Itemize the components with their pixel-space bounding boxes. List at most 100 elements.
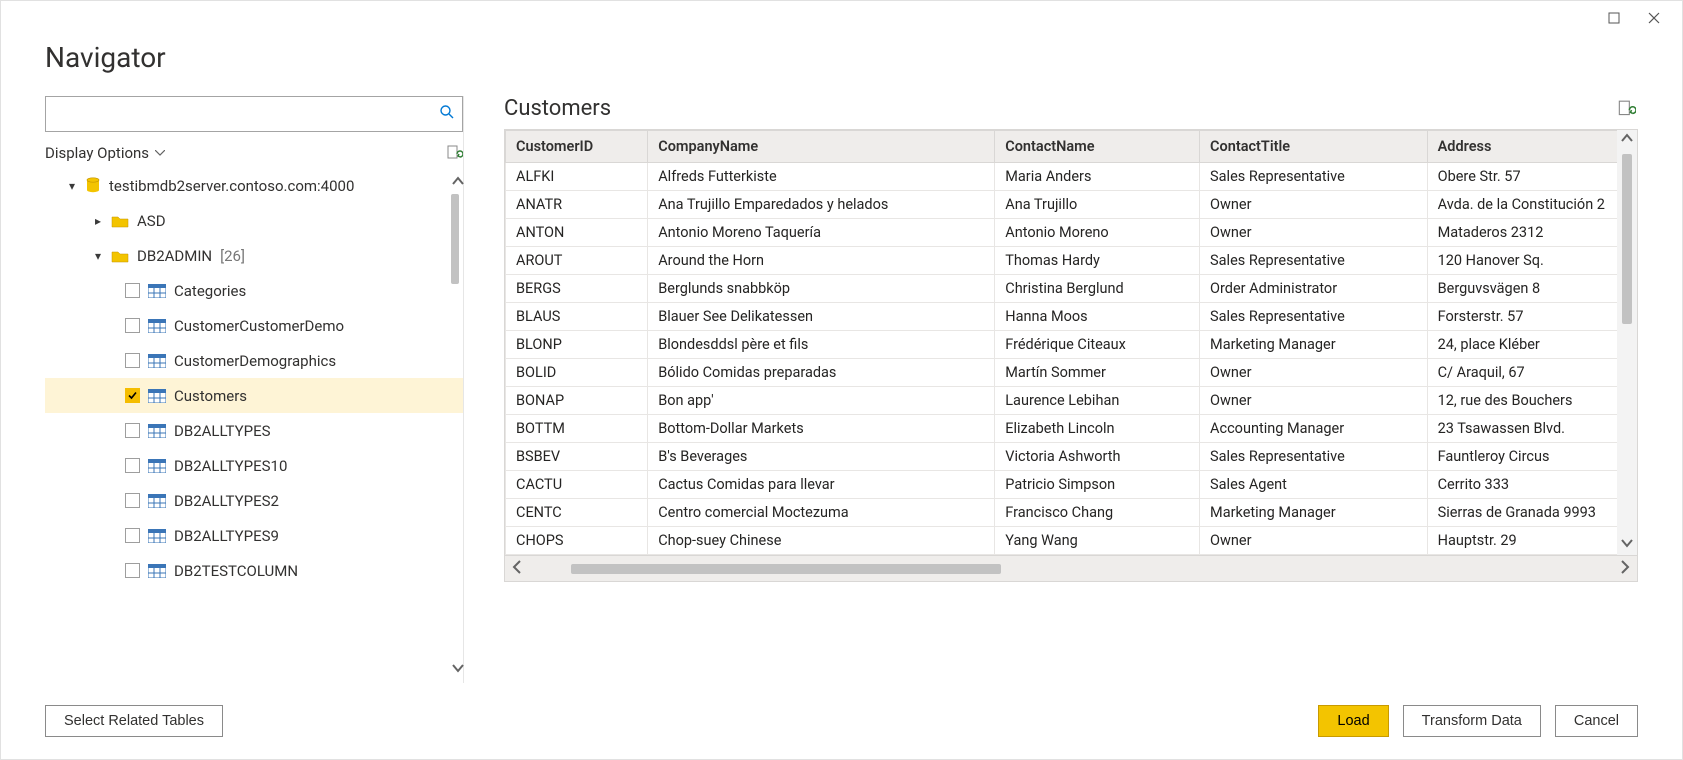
table-cell: AROUT <box>506 247 648 275</box>
checkbox-unchecked[interactable] <box>125 493 140 508</box>
table-cell: Fauntleroy Circus <box>1427 443 1636 471</box>
load-button[interactable]: Load <box>1318 705 1388 737</box>
table-cell: Blondesddsl père et fils <box>648 331 995 359</box>
checkbox-checked[interactable] <box>125 388 140 403</box>
table-cell: CENTC <box>506 499 648 527</box>
column-header[interactable]: CompanyName <box>648 131 995 163</box>
table-cell: Hanna Moos <box>995 303 1200 331</box>
table-cell: Around the Horn <box>648 247 995 275</box>
table-icon <box>148 389 166 403</box>
table-cell: Sierras de Granada 9993 <box>1427 499 1636 527</box>
caret-down-icon: ▾ <box>93 249 103 263</box>
table-cell: Sales Agent <box>1200 471 1428 499</box>
scroll-left-icon[interactable] <box>511 559 523 578</box>
table-row[interactable]: ANATRAna Trujillo Emparedados y heladosA… <box>506 191 1637 219</box>
column-header[interactable]: ContactTitle <box>1200 131 1428 163</box>
table-row[interactable]: BOLIDBólido Comidas preparadasMartín Som… <box>506 359 1637 387</box>
table-row[interactable]: BLAUSBlauer See DelikatessenHanna MoosSa… <box>506 303 1637 331</box>
tree-table-item[interactable]: Categories <box>45 273 463 308</box>
checkbox-unchecked[interactable] <box>125 283 140 298</box>
tree-table-item[interactable]: Customers <box>45 378 463 413</box>
column-header[interactable]: Address <box>1427 131 1636 163</box>
table-row[interactable]: CACTUCactus Comidas para llevarPatricio … <box>506 471 1637 499</box>
table-row[interactable]: CENTCCentro comercial MoctezumaFrancisco… <box>506 499 1637 527</box>
checkbox-unchecked[interactable] <box>125 318 140 333</box>
table-cell: Laurence Lebihan <box>995 387 1200 415</box>
chevron-down-icon <box>155 150 165 156</box>
display-options-dropdown[interactable]: Display Options <box>45 144 165 162</box>
display-options-label: Display Options <box>45 144 149 162</box>
table-cell: Marketing Manager <box>1200 331 1428 359</box>
horizontal-scrollbar[interactable] <box>505 555 1637 581</box>
dialog-footer: Select Related Tables Load Transform Dat… <box>1 683 1682 759</box>
table-row[interactable]: BLONPBlondesddsl père et filsFrédérique … <box>506 331 1637 359</box>
tree-table-item[interactable]: DB2ALLTYPES9 <box>45 518 463 553</box>
table-cell: Martín Sommer <box>995 359 1200 387</box>
tree-table-item[interactable]: DB2ALLTYPES2 <box>45 483 463 518</box>
checkbox-unchecked[interactable] <box>125 528 140 543</box>
table-cell: Bon app' <box>648 387 995 415</box>
checkbox-unchecked[interactable] <box>125 563 140 578</box>
tree-folder-db2admin[interactable]: ▾ DB2ADMIN [26] <box>45 238 463 273</box>
table-cell: BSBEV <box>506 443 648 471</box>
table-icon <box>148 354 166 368</box>
preview-panel: Customers CustomerIDCompanyNameContactNa… <box>463 96 1638 683</box>
select-related-tables-button[interactable]: Select Related Tables <box>45 705 223 737</box>
maximize-button[interactable] <box>1594 4 1634 32</box>
table-row[interactable]: BONAPBon app'Laurence LebihanOwner12, ru… <box>506 387 1637 415</box>
caret-down-icon: ▾ <box>67 179 77 193</box>
table-row[interactable]: BSBEVB's BeveragesVictoria AshworthSales… <box>506 443 1637 471</box>
table-row[interactable]: BOTTMBottom-Dollar MarketsElizabeth Linc… <box>506 415 1637 443</box>
tree-folder-asd[interactable]: ▸ ASD <box>45 203 463 238</box>
column-header[interactable]: ContactName <box>995 131 1200 163</box>
table-cell: Antonio Moreno <box>995 219 1200 247</box>
checkbox-unchecked[interactable] <box>125 353 140 368</box>
tree-server-label: testibmdb2server.contoso.com:4000 <box>109 177 354 195</box>
table-row[interactable]: ALFKIAlfreds FutterkisteMaria AndersSale… <box>506 163 1637 191</box>
scroll-up-icon[interactable] <box>451 174 465 192</box>
tree-table-label: Customers <box>174 387 247 405</box>
search-icon[interactable] <box>439 104 455 124</box>
tree-server-node[interactable]: ▾ testibmdb2server.contoso.com:4000 <box>45 168 463 203</box>
scroll-down-icon[interactable] <box>1621 537 1633 553</box>
table-cell: C/ Araquil, 67 <box>1427 359 1636 387</box>
table-cell: Victoria Ashworth <box>995 443 1200 471</box>
transform-data-button[interactable]: Transform Data <box>1403 705 1541 737</box>
tree-folder-label: ASD <box>137 212 166 230</box>
refresh-preview-icon[interactable] <box>1616 99 1636 119</box>
vertical-scrollbar[interactable] <box>1617 130 1637 555</box>
tree-table-item[interactable]: DB2ALLTYPES10 <box>45 448 463 483</box>
close-button[interactable] <box>1634 4 1674 32</box>
tree-table-item[interactable]: CustomerDemographics <box>45 343 463 378</box>
table-cell: Thomas Hardy <box>995 247 1200 275</box>
checkbox-unchecked[interactable] <box>125 458 140 473</box>
tree-scrollbar[interactable] <box>451 194 459 284</box>
tree-table-item[interactable]: CustomerCustomerDemo <box>45 308 463 343</box>
search-input[interactable] <box>45 96 463 132</box>
checkbox-unchecked[interactable] <box>125 423 140 438</box>
folder-icon <box>111 249 129 263</box>
table-cell: Maria Anders <box>995 163 1200 191</box>
scroll-up-icon[interactable] <box>1621 132 1633 148</box>
column-header[interactable]: CustomerID <box>506 131 648 163</box>
table-row[interactable]: CHOPSChop-suey ChineseYang WangOwnerHaup… <box>506 527 1637 555</box>
tree-folder-count: [26] <box>220 247 245 265</box>
table-row[interactable]: ANTONAntonio Moreno TaqueríaAntonio More… <box>506 219 1637 247</box>
table-cell: Bottom-Dollar Markets <box>648 415 995 443</box>
table-row[interactable]: AROUTAround the HornThomas HardySales Re… <box>506 247 1637 275</box>
tree-table-item[interactable]: DB2ALLTYPES <box>45 413 463 448</box>
table-cell: Ana Trujillo <box>995 191 1200 219</box>
scroll-right-icon[interactable] <box>1619 559 1631 578</box>
table-cell: Frédérique Citeaux <box>995 331 1200 359</box>
tree-table-item[interactable]: DB2TESTCOLUMN <box>45 553 463 588</box>
tree-table-label: DB2ALLTYPES9 <box>174 527 279 545</box>
cancel-button[interactable]: Cancel <box>1555 705 1638 737</box>
table-icon <box>148 494 166 508</box>
table-cell: Obere Str. 57 <box>1427 163 1636 191</box>
table-cell: Hauptstr. 29 <box>1427 527 1636 555</box>
scrollbar-thumb[interactable] <box>571 564 1001 574</box>
table-row[interactable]: BERGSBerglunds snabbköpChristina Berglun… <box>506 275 1637 303</box>
scrollbar-thumb[interactable] <box>1622 154 1632 324</box>
scroll-down-icon[interactable] <box>451 661 465 679</box>
refresh-icon[interactable] <box>445 144 463 162</box>
